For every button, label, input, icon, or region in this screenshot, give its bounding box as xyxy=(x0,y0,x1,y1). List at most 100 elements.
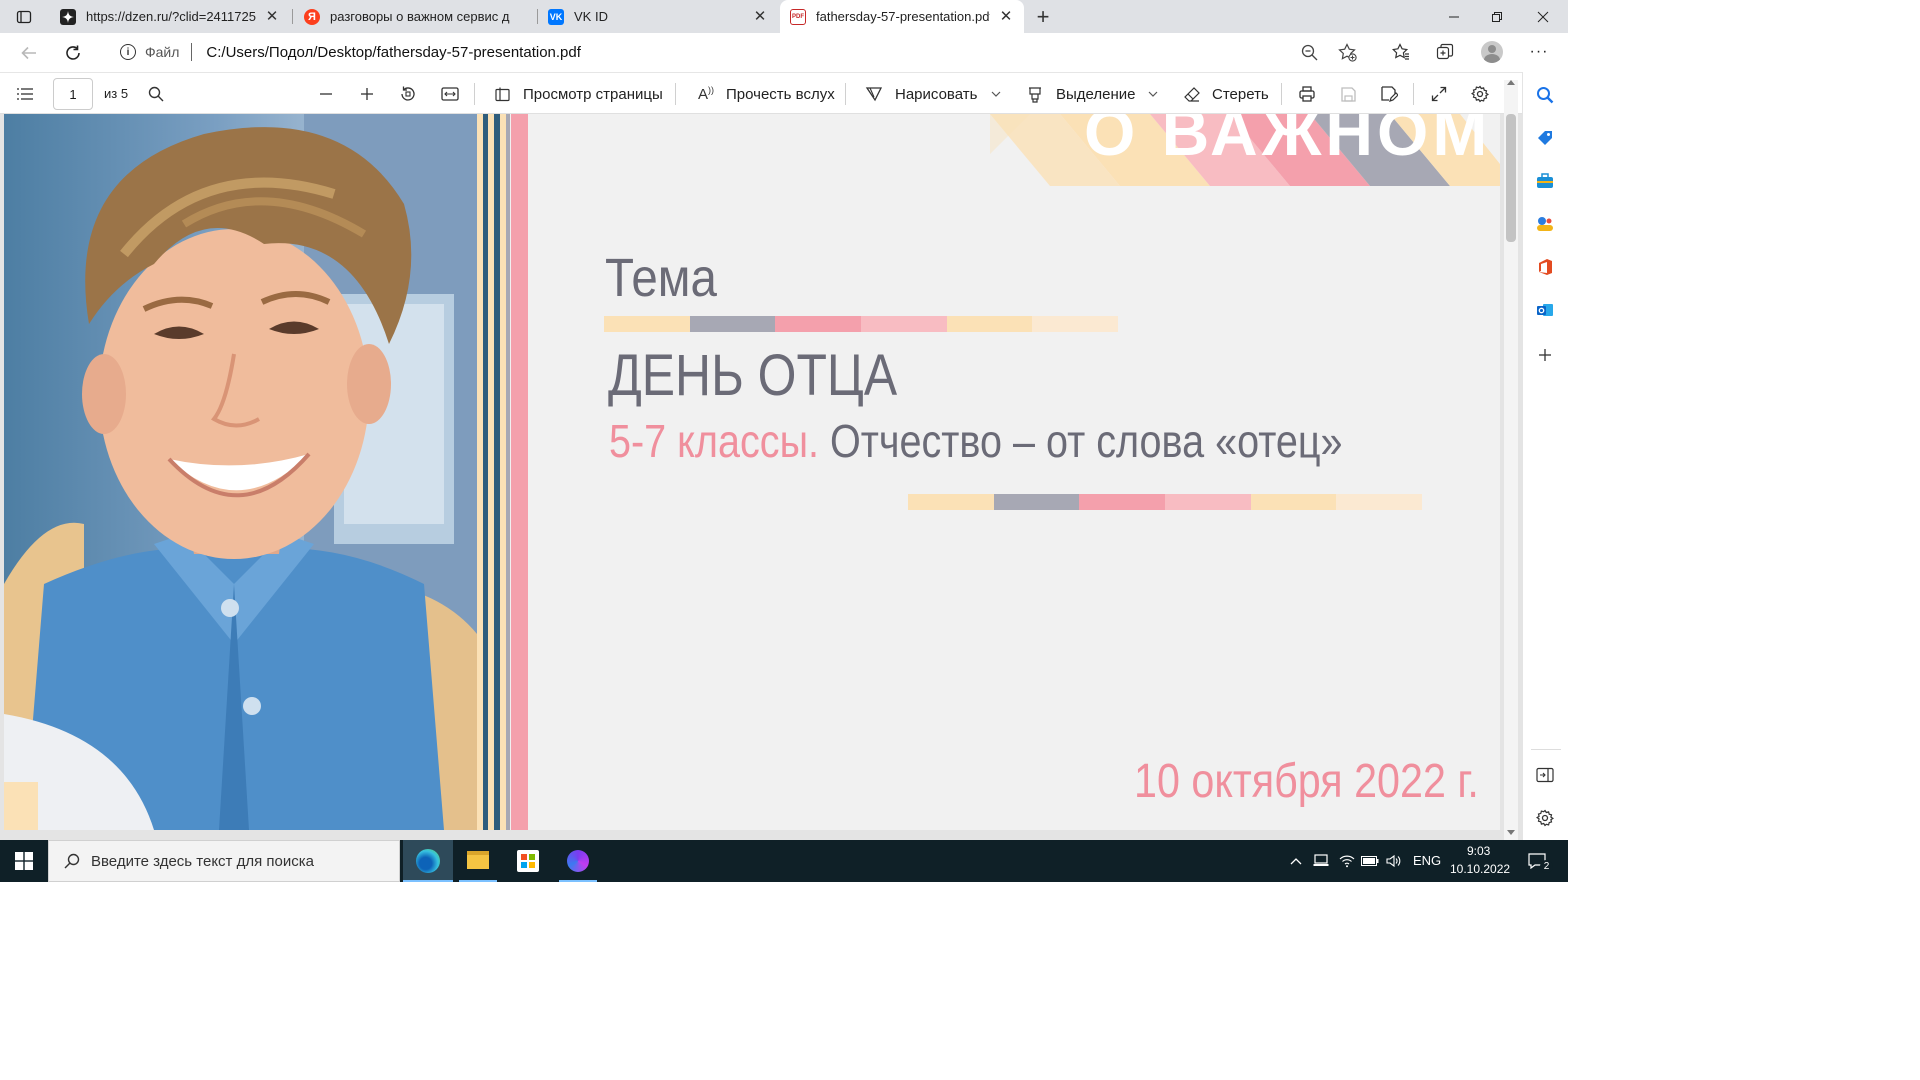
read-aloud-label: Прочесть вслух xyxy=(726,85,835,103)
topic-label: Тема xyxy=(605,248,717,308)
close-icon[interactable]: ✕ xyxy=(264,8,280,25)
windows-start-icon[interactable] xyxy=(10,848,38,874)
scroll-up-arrow[interactable] xyxy=(1507,80,1515,85)
search-icon[interactable] xyxy=(145,83,167,105)
fit-width-icon[interactable] xyxy=(439,83,461,105)
info-icon[interactable]: i xyxy=(120,44,136,60)
clock-date[interactable]: 10.10.2022 xyxy=(1450,862,1510,876)
active-indicator xyxy=(559,880,597,882)
save-as-icon[interactable] xyxy=(1378,83,1400,105)
clock-time[interactable]: 9:03 xyxy=(1467,844,1490,858)
draw-button[interactable]: Нарисовать xyxy=(864,82,977,106)
back-icon[interactable] xyxy=(18,42,40,64)
page-view-label: Просмотр страницы xyxy=(523,85,663,103)
search-icon[interactable] xyxy=(1534,84,1556,106)
input-language[interactable]: ENG xyxy=(1413,853,1441,868)
url-text[interactable]: C:/Users/Подол/Desktop/fathersday-57-pre… xyxy=(206,44,580,61)
slide-subtitle-row: 5-7 классы. Отчество – от слова «отец» xyxy=(609,414,1343,468)
windows-taskbar: Введите здесь текст для поиска ENG 9:03 … xyxy=(0,840,1568,882)
tab-actions-icon[interactable] xyxy=(14,7,34,27)
decor-stripe xyxy=(506,114,510,830)
chevron-up-icon[interactable] xyxy=(1288,853,1304,869)
zoom-in-page-icon[interactable] xyxy=(356,83,378,105)
edge-sidebar xyxy=(1522,72,1568,840)
read-aloud-button[interactable]: A)) Прочесть вслух xyxy=(696,82,835,106)
page-number-input[interactable]: 1 xyxy=(53,78,93,110)
scheme-label: Файл xyxy=(145,44,180,60)
tab-strip: https://dzen.ru/?clid=2411725& ✕ Я разго… xyxy=(0,0,1568,33)
print-icon[interactable] xyxy=(1296,83,1318,105)
chevron-down-icon[interactable] xyxy=(988,86,1004,102)
tab-pdf[interactable]: PDF fathersday-57-presentation.pdf ✕ xyxy=(780,0,1024,33)
scroll-down-arrow[interactable] xyxy=(1507,830,1515,835)
close-icon[interactable]: ✕ xyxy=(998,8,1014,25)
alice-icon xyxy=(567,850,589,872)
taskbar-search-box[interactable]: Введите здесь текст для поиска xyxy=(48,840,400,882)
close-window-icon[interactable] xyxy=(1523,6,1563,28)
decor-stripe xyxy=(511,114,528,830)
store-icon xyxy=(517,850,539,872)
shopping-tag-icon[interactable] xyxy=(1534,127,1556,149)
more-menu-icon[interactable]: ··· xyxy=(1528,41,1550,63)
search-icon xyxy=(63,852,81,870)
new-tab-icon[interactable]: + xyxy=(1032,4,1054,29)
scrollbar-thumb[interactable] xyxy=(1506,114,1516,242)
tools-icon[interactable] xyxy=(1534,170,1556,192)
erase-button[interactable]: Стереть xyxy=(1182,82,1269,106)
dzen-icon xyxy=(60,8,76,25)
draw-icon xyxy=(864,85,884,103)
scrollbar[interactable] xyxy=(1504,80,1518,840)
hide-sidebar-icon[interactable] xyxy=(1534,764,1556,786)
avatar[interactable] xyxy=(1481,41,1503,63)
add-favorite-icon[interactable] xyxy=(1336,41,1358,63)
highlight-button[interactable]: Выделение xyxy=(1025,82,1135,106)
wifi-icon[interactable] xyxy=(1338,852,1356,870)
chevron-down-icon[interactable] xyxy=(1145,86,1161,102)
taskbar-app-explorer[interactable] xyxy=(453,840,503,882)
refresh-icon[interactable] xyxy=(62,42,84,64)
settings-icon[interactable] xyxy=(1469,83,1491,105)
folder-icon xyxy=(467,851,489,869)
contents-icon[interactable] xyxy=(14,83,36,105)
close-icon[interactable]: ✕ xyxy=(752,8,768,25)
rotate-icon[interactable] xyxy=(397,83,419,105)
tab-vk[interactable]: VK VK ID ✕ xyxy=(538,0,778,33)
device-icon[interactable] xyxy=(1312,852,1330,870)
restore-icon[interactable] xyxy=(1477,6,1517,28)
favorites-icon[interactable] xyxy=(1390,41,1412,63)
address-field[interactable]: i Файл C:/Users/Подол/Desktop/fathersday… xyxy=(102,36,1370,68)
add-icon[interactable] xyxy=(1534,344,1556,366)
erase-label: Стереть xyxy=(1212,85,1269,103)
highlighter-icon xyxy=(1025,85,1045,103)
taskbar-app-alice[interactable] xyxy=(553,840,603,882)
page-view-button[interactable]: Просмотр страницы xyxy=(493,82,663,106)
photo-boy-smiling xyxy=(4,114,477,830)
taskbar-app-edge[interactable] xyxy=(403,840,453,882)
volume-icon[interactable] xyxy=(1385,852,1403,870)
outlook-icon[interactable] xyxy=(1534,299,1556,321)
slide-date: 10 октября 2022 г. xyxy=(1134,755,1479,808)
banner-chevrons: О ВАЖНОМ xyxy=(990,114,1500,186)
pdf-icon: PDF xyxy=(790,8,806,25)
sidebar-settings-icon[interactable] xyxy=(1534,807,1556,829)
fullscreen-icon[interactable] xyxy=(1428,83,1450,105)
minimize-icon[interactable] xyxy=(1434,6,1474,28)
address-divider xyxy=(191,43,193,61)
save-icon[interactable] xyxy=(1337,83,1359,105)
page-view-icon xyxy=(493,85,511,103)
games-icon[interactable] xyxy=(1534,213,1556,235)
zoom-out-icon[interactable] xyxy=(1298,41,1320,63)
collections-icon[interactable] xyxy=(1434,41,1456,63)
zoom-out-page-icon[interactable] xyxy=(315,83,337,105)
tab-dzen[interactable]: https://dzen.ru/?clid=2411725& ✕ xyxy=(50,0,290,33)
tab-yandex[interactable]: Я разговоры о важном сервис д xyxy=(294,0,536,33)
taskbar-app-store[interactable] xyxy=(503,840,553,882)
office-icon[interactable] xyxy=(1534,256,1556,278)
color-bar xyxy=(604,316,1119,332)
active-indicator xyxy=(459,880,497,882)
battery-icon[interactable] xyxy=(1361,852,1379,870)
draw-label: Нарисовать xyxy=(895,85,978,103)
tab-divider xyxy=(292,9,293,24)
pdf-toolbar: 1 из 5 Просмотр страницы A)) Прочесть вс… xyxy=(0,72,1522,114)
color-bar xyxy=(908,494,1423,510)
